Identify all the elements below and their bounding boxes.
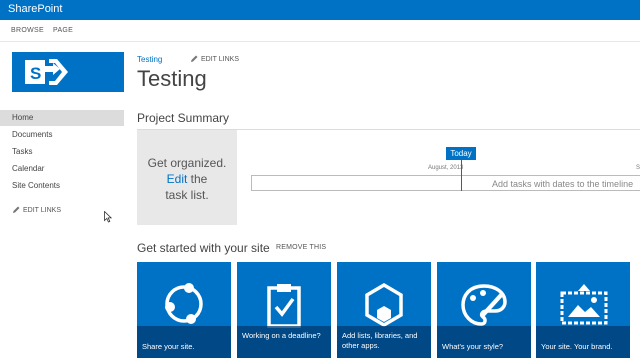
the-text: the (187, 172, 208, 186)
nav-item-calendar[interactable]: Calendar (0, 161, 124, 177)
project-summary-title: Project Summary (137, 111, 230, 125)
tile-add-apps[interactable]: Add lists, libraries, and other apps. (337, 262, 431, 358)
sharepoint-logo-icon: S (25, 59, 68, 85)
suite-bar: SharePoint (0, 0, 640, 20)
nav-item-site-contents[interactable]: Site Contents (0, 178, 124, 194)
today-marker: Today (446, 147, 476, 160)
top-edit-links[interactable]: EDIT LINKS (190, 55, 239, 63)
today-line (461, 160, 462, 191)
timeline-month-label: August, 2013 (428, 165, 464, 171)
get-organized-panel: Get organized. Edit the task list. (137, 130, 237, 225)
tile-share-site[interactable]: Share your site. (137, 262, 231, 358)
site-logo[interactable]: S (12, 52, 124, 92)
get-organized-text: Get organized. (147, 156, 227, 170)
tile-caption: Share your site. (137, 326, 231, 358)
timeline-next-month-label: S (636, 165, 640, 171)
breadcrumb-site-link[interactable]: Testing (137, 55, 162, 64)
edit-links-label: EDIT LINKS (201, 55, 239, 63)
nav-item-home[interactable]: Home (0, 110, 124, 126)
hexagon-apps-icon (365, 282, 403, 328)
tile-deadline[interactable]: Working on a deadline? (237, 262, 331, 358)
tile-caption: Working on a deadline? (237, 326, 331, 358)
clipboard-check-icon (267, 284, 301, 328)
svg-text:S: S (30, 64, 41, 83)
share-icon (165, 283, 203, 324)
tile-caption: What's your style? (437, 326, 531, 358)
tile-caption: Your site. Your brand. (536, 326, 630, 358)
ribbon-bar: BROWSE PAGE (0, 20, 640, 42)
tile-caption: Add lists, libraries, and other apps. (337, 326, 431, 358)
nav-item-tasks[interactable]: Tasks (0, 144, 124, 160)
task-list-text: task list. (165, 188, 209, 202)
sharepoint-brand-link[interactable]: SharePoint (8, 3, 62, 15)
edit-links-label: EDIT LINKS (23, 206, 61, 214)
tile-brand[interactable]: Your site. Your brand. (536, 262, 630, 358)
tile-style[interactable]: What's your style? (437, 262, 531, 358)
timeline-placeholder: Add tasks with dates to the timeline (492, 179, 634, 189)
edit-task-list-link[interactable]: Edit (167, 172, 188, 186)
nav-edit-links[interactable]: EDIT LINKS (12, 206, 61, 214)
pencil-icon (13, 206, 20, 213)
palette-icon (461, 284, 507, 326)
nav-item-documents[interactable]: Documents (0, 127, 124, 143)
pencil-icon (191, 55, 198, 62)
tab-browse[interactable]: BROWSE (11, 27, 44, 34)
page-title: Testing (137, 66, 207, 91)
remove-this-link[interactable]: REMOVE THIS (276, 244, 326, 251)
tab-page[interactable]: PAGE (53, 27, 73, 34)
mouse-cursor-icon (104, 211, 112, 223)
get-started-title: Get started with your site (137, 241, 270, 255)
brand-picture-icon (560, 284, 608, 325)
